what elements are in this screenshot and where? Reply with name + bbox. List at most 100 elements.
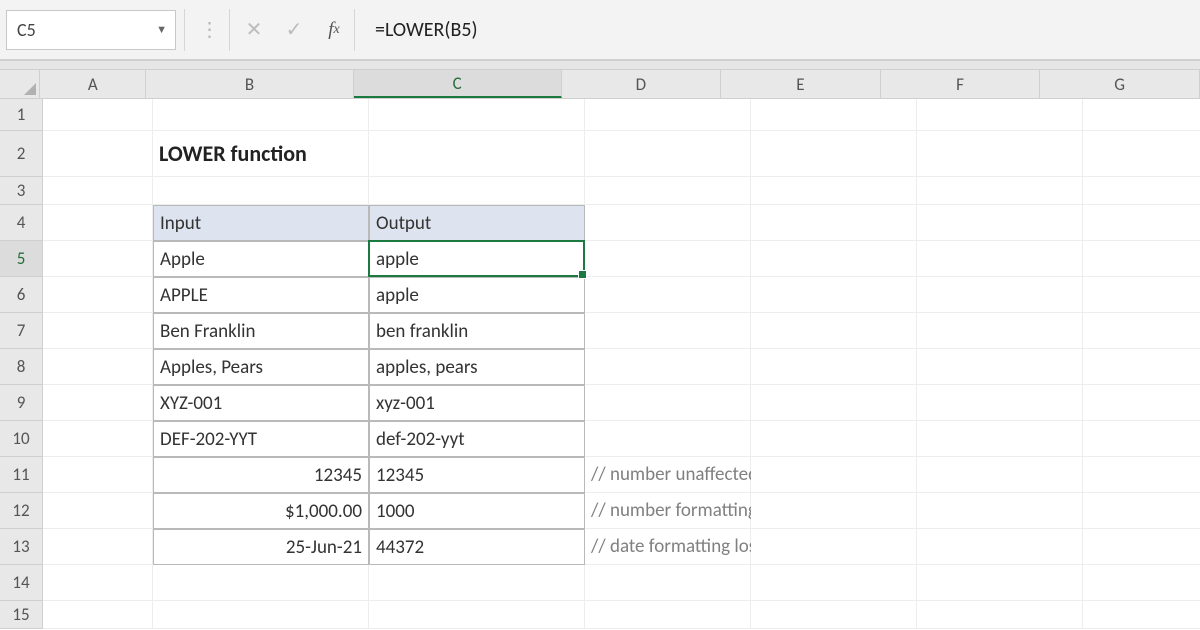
cell-E4[interactable] <box>751 205 917 241</box>
cell-C4[interactable]: Output <box>369 205 585 241</box>
column-header-A[interactable]: A <box>40 70 146 98</box>
confirm-icon[interactable]: ✓ <box>274 12 314 48</box>
cell-B2[interactable]: LOWER function <box>153 131 369 177</box>
row-header-7[interactable]: 7 <box>0 313 42 349</box>
column-header-C[interactable]: C <box>354 70 562 98</box>
row-header-10[interactable]: 10 <box>0 421 42 457</box>
cell-G8[interactable] <box>1083 349 1200 385</box>
cell-A13[interactable] <box>43 529 153 565</box>
cell-B3[interactable] <box>153 177 369 205</box>
row-header-9[interactable]: 9 <box>0 385 42 421</box>
cell-D14[interactable] <box>585 565 751 601</box>
cell-E15[interactable] <box>751 601 917 629</box>
row-header-14[interactable]: 14 <box>0 565 42 601</box>
cell-B4[interactable]: Input <box>153 205 369 241</box>
row-header-12[interactable]: 12 <box>0 493 42 529</box>
cell-A9[interactable] <box>43 385 153 421</box>
cell-D2[interactable] <box>585 131 751 177</box>
cell-C8[interactable]: apples, pears <box>369 349 585 385</box>
column-header-E[interactable]: E <box>721 70 881 98</box>
cell-C1[interactable] <box>369 99 585 131</box>
cell-D12[interactable]: // number formatting lost <box>585 493 751 529</box>
cell-A2[interactable] <box>43 131 153 177</box>
cell-F8[interactable] <box>917 349 1083 385</box>
row-header-6[interactable]: 6 <box>0 277 42 313</box>
chevron-down-icon[interactable]: ▼ <box>156 23 175 36</box>
cell-B12[interactable]: $1,000.00 <box>153 493 369 529</box>
cell-F2[interactable] <box>917 131 1083 177</box>
cell-A15[interactable] <box>43 601 153 629</box>
cell-F4[interactable] <box>917 205 1083 241</box>
cell-A5[interactable] <box>43 241 153 277</box>
cell-D5[interactable] <box>585 241 751 277</box>
cell-G4[interactable] <box>1083 205 1200 241</box>
cell-G9[interactable] <box>1083 385 1200 421</box>
cell-A8[interactable] <box>43 349 153 385</box>
cell-G15[interactable] <box>1083 601 1200 629</box>
more-icon[interactable]: ⋮ <box>189 12 229 48</box>
cell-C11[interactable]: 12345 <box>369 457 585 493</box>
cell-D7[interactable] <box>585 313 751 349</box>
cell-B10[interactable]: DEF-202-YYT <box>153 421 369 457</box>
row-header-15[interactable]: 15 <box>0 601 42 629</box>
cell-E14[interactable] <box>751 565 917 601</box>
column-header-D[interactable]: D <box>562 70 722 98</box>
row-header-13[interactable]: 13 <box>0 529 42 565</box>
cell-C13[interactable]: 44372 <box>369 529 585 565</box>
cell-B9[interactable]: XYZ-001 <box>153 385 369 421</box>
cell-G13[interactable] <box>1083 529 1200 565</box>
cell-D15[interactable] <box>585 601 751 629</box>
column-header-B[interactable]: B <box>146 70 354 98</box>
cell-E8[interactable] <box>751 349 917 385</box>
cell-B5[interactable]: Apple <box>153 241 369 277</box>
cell-A11[interactable] <box>43 457 153 493</box>
cell-D10[interactable] <box>585 421 751 457</box>
cell-G11[interactable] <box>1083 457 1200 493</box>
cell-C10[interactable]: def-202-yyt <box>369 421 585 457</box>
cell-G12[interactable] <box>1083 493 1200 529</box>
cell-F7[interactable] <box>917 313 1083 349</box>
cell-G7[interactable] <box>1083 313 1200 349</box>
row-header-3[interactable]: 3 <box>0 177 42 205</box>
cell-C5[interactable]: apple <box>369 241 585 277</box>
row-header-4[interactable]: 4 <box>0 205 42 241</box>
cell-E9[interactable] <box>751 385 917 421</box>
cell-F13[interactable] <box>917 529 1083 565</box>
row-header-1[interactable]: 1 <box>0 99 42 131</box>
cell-B13[interactable]: 25-Jun-21 <box>153 529 369 565</box>
cell-F6[interactable] <box>917 277 1083 313</box>
cell-B14[interactable] <box>153 565 369 601</box>
cell-G6[interactable] <box>1083 277 1200 313</box>
cell-G1[interactable] <box>1083 99 1200 131</box>
cell-F10[interactable] <box>917 421 1083 457</box>
cell-E5[interactable] <box>751 241 917 277</box>
cells-area[interactable]: LOWER functionInputOutputAppleappleAPPLE… <box>43 99 1200 629</box>
cell-C7[interactable]: ben franklin <box>369 313 585 349</box>
cell-G5[interactable] <box>1083 241 1200 277</box>
name-box-input[interactable] <box>7 19 137 41</box>
cell-B11[interactable]: 12345 <box>153 457 369 493</box>
cell-E7[interactable] <box>751 313 917 349</box>
cell-E11[interactable] <box>751 457 917 493</box>
cell-D13[interactable]: // date formatting lost <box>585 529 751 565</box>
cell-A1[interactable] <box>43 99 153 131</box>
cell-A7[interactable] <box>43 313 153 349</box>
cell-F9[interactable] <box>917 385 1083 421</box>
cell-E3[interactable] <box>751 177 917 205</box>
cell-C14[interactable] <box>369 565 585 601</box>
cell-C2[interactable] <box>369 131 585 177</box>
cell-D8[interactable] <box>585 349 751 385</box>
cell-C3[interactable] <box>369 177 585 205</box>
row-header-5[interactable]: 5 <box>0 241 42 277</box>
cell-G14[interactable] <box>1083 565 1200 601</box>
cell-C15[interactable] <box>369 601 585 629</box>
cell-G10[interactable] <box>1083 421 1200 457</box>
cell-A10[interactable] <box>43 421 153 457</box>
cell-C12[interactable]: 1000 <box>369 493 585 529</box>
cell-D3[interactable] <box>585 177 751 205</box>
cell-B1[interactable] <box>153 99 369 131</box>
row-header-11[interactable]: 11 <box>0 457 42 493</box>
column-header-F[interactable]: F <box>881 70 1041 98</box>
cell-A12[interactable] <box>43 493 153 529</box>
cell-F11[interactable] <box>917 457 1083 493</box>
